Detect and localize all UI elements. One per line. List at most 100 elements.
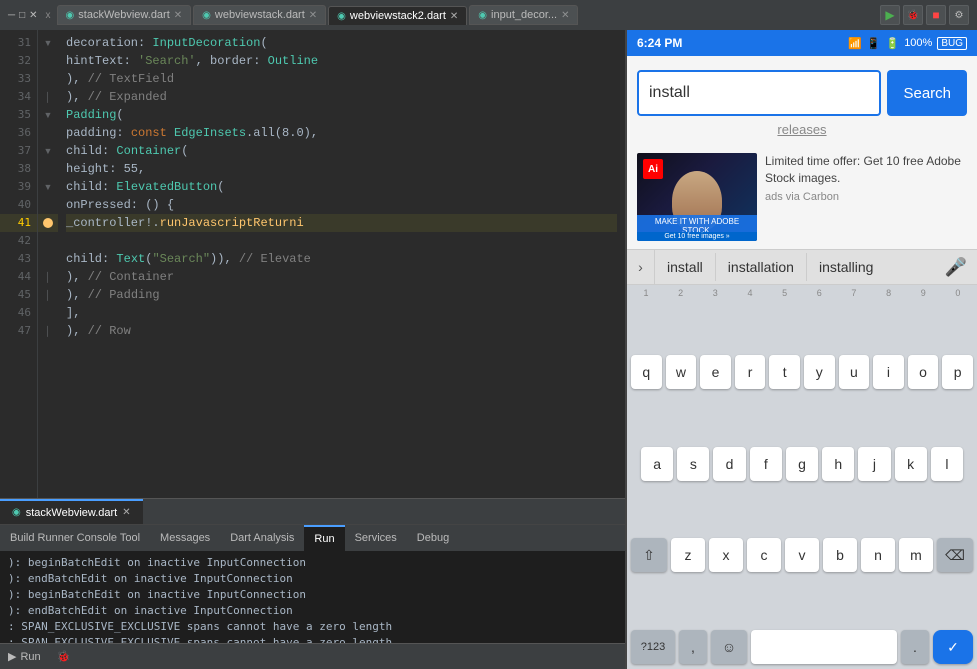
- key-q[interactable]: q: [631, 355, 662, 389]
- code-line: onPressed: () {: [66, 196, 617, 214]
- code-line: child: Text("Search")), // Elevate: [66, 250, 617, 268]
- key-p[interactable]: p: [942, 355, 973, 389]
- code-line: padding: const EdgeInsets.all(8.0),: [66, 124, 617, 142]
- code-editor[interactable]: decoration: InputDecoration( hintText: '…: [58, 30, 625, 498]
- key-x[interactable]: x: [709, 538, 743, 572]
- key-hint: 5: [771, 288, 799, 298]
- editor-file-tab-3[interactable]: ◉ webviewstack2.dart ✕: [328, 6, 467, 25]
- line-number: 41: [0, 214, 37, 232]
- key-m[interactable]: m: [899, 538, 933, 572]
- key-c[interactable]: c: [747, 538, 781, 572]
- mobile-search-button[interactable]: Search: [887, 70, 967, 116]
- mobile-search-input[interactable]: [637, 70, 881, 116]
- key-hint: 4: [736, 288, 764, 298]
- key-hint: 8: [875, 288, 903, 298]
- key-hint: 7: [840, 288, 868, 298]
- line-number: 40: [0, 196, 37, 214]
- code-line: ), // Expanded: [66, 88, 617, 106]
- bottom-editor-tab[interactable]: ◉ stackWebview.dart ✕: [0, 499, 143, 525]
- battery-percent: 100%: [904, 37, 932, 49]
- backspace-key[interactable]: ⌫: [937, 538, 973, 572]
- bottom-tab-build[interactable]: Build Runner Console Tool: [0, 525, 150, 551]
- code-line: Padding(: [66, 106, 617, 124]
- suggestion-installing[interactable]: installing: [807, 253, 885, 281]
- log-line: : SPAN_EXCLUSIVE_EXCLUSIVE spans cannot …: [8, 619, 617, 635]
- key-s[interactable]: s: [677, 447, 709, 481]
- comma-key[interactable]: ,: [679, 630, 707, 664]
- debug-button[interactable]: 🐞: [903, 5, 923, 25]
- line-number: 43: [0, 250, 37, 268]
- bottom-tab-dart[interactable]: Dart Analysis: [220, 525, 304, 551]
- line-number: 42: [0, 232, 37, 250]
- ad-image: Ai MAKE IT WITH ADOBE STOCK. Get 10 free…: [637, 153, 757, 241]
- key-b[interactable]: b: [823, 538, 857, 572]
- key-d[interactable]: d: [713, 447, 745, 481]
- code-line: child: ElevatedButton(: [66, 178, 617, 196]
- key-u[interactable]: u: [839, 355, 870, 389]
- suggestion-installation[interactable]: installation: [716, 253, 807, 281]
- log-line: ): beginBatchEdit on inactive InputConne…: [8, 587, 617, 603]
- key-w[interactable]: w: [666, 355, 697, 389]
- code-line: ), // Row: [66, 322, 617, 340]
- key-j[interactable]: j: [858, 447, 890, 481]
- bottom-tab-services[interactable]: Services: [345, 525, 407, 551]
- suggestions-chevron[interactable]: ›: [627, 249, 655, 285]
- key-a[interactable]: a: [641, 447, 673, 481]
- key-y[interactable]: y: [804, 355, 835, 389]
- stop-button[interactable]: ■: [926, 5, 946, 25]
- releases-link[interactable]: releases: [637, 122, 967, 137]
- close-tab-1[interactable]: ✕: [174, 10, 182, 21]
- key-k[interactable]: k: [895, 447, 927, 481]
- mic-icon[interactable]: 🎤: [935, 251, 977, 284]
- bottom-tab-debug[interactable]: Debug: [407, 525, 459, 551]
- key-g[interactable]: g: [786, 447, 818, 481]
- code-line-highlighted: _controller!.runJavascriptReturni: [66, 214, 617, 232]
- bottom-tab-messages[interactable]: Messages: [150, 525, 220, 551]
- key-z[interactable]: z: [671, 538, 705, 572]
- close-tab-2[interactable]: ✕: [309, 10, 317, 21]
- key-e[interactable]: e: [700, 355, 731, 389]
- close-bottom-tab[interactable]: ✕: [122, 507, 130, 518]
- period-key[interactable]: .: [901, 630, 929, 664]
- space-key[interactable]: [751, 630, 897, 664]
- line-number: 36: [0, 124, 37, 142]
- code-line: child: Container(: [66, 142, 617, 160]
- editor-file-tab-1[interactable]: ◉ stackWebview.dart ✕: [57, 5, 192, 25]
- line-number: 34: [0, 88, 37, 106]
- key-i[interactable]: i: [873, 355, 904, 389]
- debug-icon[interactable]: 🐞: [57, 650, 71, 663]
- line-number: 31: [0, 34, 37, 52]
- sym-key[interactable]: ?123: [631, 630, 675, 664]
- key-v[interactable]: v: [785, 538, 819, 572]
- bottom-tab-run[interactable]: Run: [304, 525, 344, 551]
- line-number: 38: [0, 160, 37, 178]
- settings-icon[interactable]: ⚙: [949, 5, 969, 25]
- key-hint: 6: [805, 288, 833, 298]
- key-h[interactable]: h: [822, 447, 854, 481]
- line-number: 46: [0, 304, 37, 322]
- suggestion-install[interactable]: install: [655, 253, 716, 281]
- bug-indicator: BUG: [937, 37, 967, 50]
- key-n[interactable]: n: [861, 538, 895, 572]
- key-f[interactable]: f: [750, 447, 782, 481]
- run-button[interactable]: ▶: [880, 5, 900, 25]
- key-r[interactable]: r: [735, 355, 766, 389]
- key-t[interactable]: t: [769, 355, 800, 389]
- key-hint: 2: [667, 288, 695, 298]
- signal-icon: 📱: [867, 37, 881, 50]
- shift-key[interactable]: ⇧: [631, 538, 667, 572]
- code-line: height: 55,: [66, 160, 617, 178]
- close-tab-3[interactable]: ✕: [450, 11, 458, 22]
- line-number: 47: [0, 322, 37, 340]
- editor-file-tab-4[interactable]: ◉ input_decor... ✕: [469, 5, 578, 25]
- emoji-key[interactable]: ☺: [711, 630, 747, 664]
- key-o[interactable]: o: [908, 355, 939, 389]
- log-line: ): beginBatchEdit on inactive InputConne…: [8, 555, 617, 571]
- line-number: 35: [0, 106, 37, 124]
- run-icon[interactable]: ▶ Run: [8, 650, 41, 663]
- mobile-preview: 6:24 PM 📶 📱 🔋 100% BUG Search releases: [625, 30, 977, 669]
- editor-file-tab-2[interactable]: ◉ webviewstack.dart ✕: [193, 5, 326, 25]
- done-key[interactable]: ✓: [933, 630, 973, 664]
- key-l[interactable]: l: [931, 447, 963, 481]
- close-tab-4[interactable]: ✕: [561, 10, 569, 21]
